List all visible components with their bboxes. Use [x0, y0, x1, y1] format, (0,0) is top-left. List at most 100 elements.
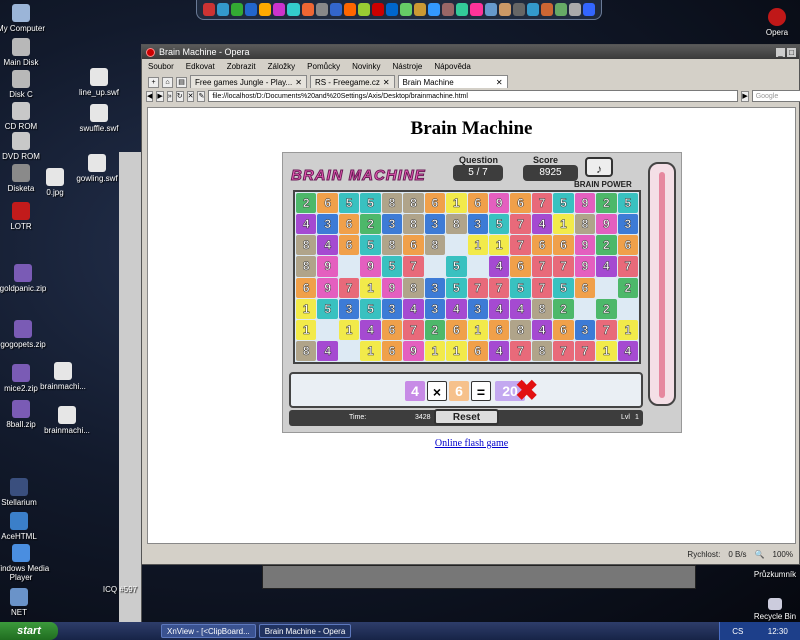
- online-flash-game-link[interactable]: Online flash game: [148, 438, 795, 449]
- grid-cell[interactable]: 6: [296, 277, 317, 298]
- grid-cell[interactable]: 6: [574, 277, 596, 298]
- quick-launch-icon[interactable]: [343, 3, 356, 16]
- quick-launch-icon[interactable]: [484, 3, 497, 16]
- grid-cell[interactable]: 5: [381, 256, 403, 277]
- quick-launch-icon[interactable]: [569, 3, 582, 16]
- grid-cell[interactable]: 6: [338, 235, 360, 256]
- grid-cell[interactable]: 5: [553, 277, 574, 298]
- grid-cell[interactable]: 7: [338, 277, 360, 298]
- grid-cell[interactable]: 1: [467, 235, 488, 256]
- grid-cell[interactable]: 1: [296, 319, 317, 340]
- grid-cell[interactable]: 3: [338, 298, 360, 319]
- grid-cell[interactable]: 7: [403, 256, 424, 277]
- maximize-button[interactable]: □: [787, 47, 796, 57]
- start-button[interactable]: start: [0, 622, 58, 640]
- quick-launch-icon[interactable]: [414, 3, 427, 16]
- quick-launch-icon[interactable]: [386, 3, 399, 16]
- grid-cell[interactable]: 1: [488, 235, 510, 256]
- grid-cell[interactable]: 3: [381, 298, 403, 319]
- grid-cell[interactable]: 9: [574, 235, 596, 256]
- close-tab-icon[interactable]: ✕: [295, 78, 302, 87]
- desktop-icon-mid-5[interactable]: brainmachi...: [32, 406, 102, 435]
- grid-cell[interactable]: 7: [403, 319, 424, 340]
- quick-launch-icon[interactable]: [512, 3, 525, 16]
- grid-cell[interactable]: 8: [296, 235, 317, 256]
- grid-cell[interactable]: 7: [531, 277, 553, 298]
- desktop-icon-left-7[interactable]: goldpanic.zip: [0, 264, 58, 293]
- grid-cell[interactable]: 6: [381, 319, 403, 340]
- grid-cell[interactable]: 1: [553, 214, 574, 235]
- grid-cell[interactable]: 1: [446, 193, 467, 214]
- quick-launch-icon[interactable]: [442, 3, 455, 16]
- desktop-icon-left-12[interactable]: AceHTML: [0, 512, 54, 541]
- menu-item-3[interactable]: Záložky: [268, 62, 296, 71]
- quick-launch-icon[interactable]: [357, 3, 370, 16]
- grid-cell[interactable]: 9: [381, 277, 403, 298]
- stop-icon[interactable]: ✕: [186, 90, 195, 102]
- grid-cell[interactable]: 9: [574, 193, 596, 214]
- grid-cell[interactable]: 4: [317, 340, 338, 361]
- quick-launch-icon[interactable]: [583, 3, 596, 16]
- window-titlebar[interactable]: Brain Machine - Opera _ □: [142, 45, 799, 59]
- grid-cell[interactable]: 2: [596, 235, 617, 256]
- grid-cell[interactable]: 2: [553, 298, 574, 319]
- flash-game[interactable]: BRAIN MACHINE Question 5 / 7 Score 8925 …: [282, 152, 682, 433]
- grid-cell[interactable]: 5: [617, 193, 638, 214]
- grid-cell[interactable]: 5: [446, 256, 467, 277]
- grid-cell[interactable]: 4: [617, 340, 638, 361]
- desktop-icon-mid-1[interactable]: swuffle.swf: [64, 104, 134, 133]
- grid-cell[interactable]: 5: [338, 193, 360, 214]
- reset-button[interactable]: Reset: [434, 409, 499, 425]
- desktop-icon-mid-4[interactable]: brainmachi...: [28, 362, 98, 391]
- grid-cell[interactable]: 9: [596, 214, 617, 235]
- grid-cell[interactable]: 6: [553, 319, 574, 340]
- grid-cell[interactable]: 3: [467, 214, 488, 235]
- grid-cell[interactable]: 4: [531, 214, 553, 235]
- quick-launch-icon[interactable]: [231, 3, 244, 16]
- desktop-icon-left-14[interactable]: NET: [0, 588, 54, 617]
- menu-item-6[interactable]: Nástroje: [393, 62, 423, 71]
- quick-launch-icon[interactable]: [428, 3, 441, 16]
- quick-launch-icon[interactable]: [400, 3, 413, 16]
- grid-cell[interactable]: 3: [617, 214, 638, 235]
- quick-launch-icon[interactable]: [287, 3, 300, 16]
- desktop-icon-mid-0[interactable]: line_up.swf: [64, 68, 134, 97]
- address-input[interactable]: file://localhost/D:/Documents%20and%20Se…: [208, 90, 739, 102]
- quick-launch-icon[interactable]: [203, 3, 216, 16]
- grid-cell[interactable]: 3: [317, 214, 338, 235]
- desktop-icon-left-8[interactable]: gogopets.zip: [0, 320, 58, 349]
- desktop-icon-left-6[interactable]: LOTR: [0, 202, 56, 231]
- grid-cell[interactable]: 8: [403, 193, 424, 214]
- grid-cell[interactable]: 3: [574, 319, 596, 340]
- grid-cell[interactable]: 1: [360, 277, 381, 298]
- grid-cell[interactable]: 8: [296, 340, 317, 361]
- quick-launch-icon[interactable]: [371, 3, 385, 16]
- grid-cell[interactable]: 4: [403, 298, 424, 319]
- menu-item-1[interactable]: Edkovat: [186, 62, 215, 71]
- grid-cell[interactable]: 1: [617, 319, 638, 340]
- grid-cell[interactable]: 8: [574, 214, 596, 235]
- grid-cell[interactable]: 5: [510, 277, 531, 298]
- grid-cell[interactable]: 1: [596, 340, 617, 361]
- grid-cell[interactable]: 6: [446, 319, 467, 340]
- grid-cell[interactable]: 7: [510, 340, 531, 361]
- new-tab-icon[interactable]: +: [148, 77, 159, 88]
- close-tab-icon[interactable]: ✕: [496, 78, 503, 87]
- reload-icon[interactable]: ↻: [175, 90, 184, 102]
- tab-freegame-cz[interactable]: RS - Freegame.cz ✕: [309, 75, 395, 88]
- grid-cell[interactable]: 8: [403, 214, 424, 235]
- grid-cell[interactable]: 3: [467, 298, 488, 319]
- grid-cell[interactable]: 5: [360, 235, 381, 256]
- menu-item-4[interactable]: Pomůcky: [307, 62, 340, 71]
- grid-cell[interactable]: 8: [403, 277, 424, 298]
- grid-cell[interactable]: 2: [360, 214, 381, 235]
- desktop-icon-left-3[interactable]: CD ROM: [0, 102, 56, 131]
- grid-cell[interactable]: 4: [488, 256, 510, 277]
- desktop-icon-left-1[interactable]: Main Disk: [0, 38, 56, 67]
- grid-cell[interactable]: 2: [596, 298, 617, 319]
- grid-cell[interactable]: 3: [424, 298, 446, 319]
- menu-item-5[interactable]: Novinky: [352, 62, 380, 71]
- desktop-icon-pruzkumnik[interactable]: Průzkumník: [745, 570, 800, 579]
- grid-cell[interactable]: 4: [488, 298, 510, 319]
- grid-cell[interactable]: 6: [488, 319, 510, 340]
